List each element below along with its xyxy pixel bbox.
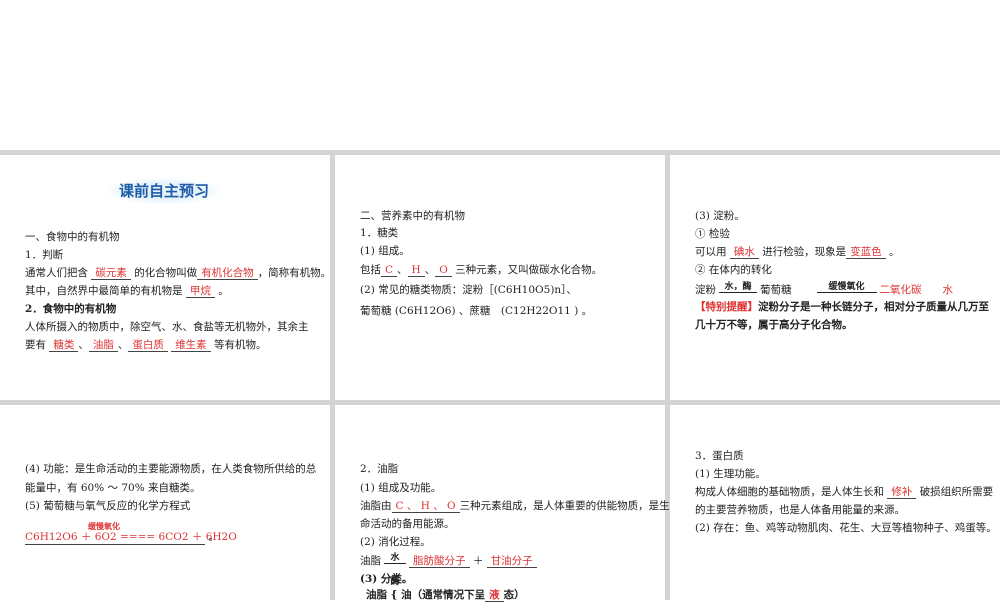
heading: 二、营养素中的有机物 (360, 210, 465, 222)
text-line: (3) 分类。 (360, 573, 413, 585)
text-line: 要有 糖类、油脂、蛋白质 维生素 等有机物。 (25, 339, 267, 352)
answer: 维生素 (171, 339, 211, 352)
conversion-line: 淀粉 水，酶 葡萄糖 缓慢氧化 二氧化碳 水 (695, 282, 953, 296)
arrow-label: 水，酶 (724, 282, 752, 292)
text-line: 人体所摄入的物质中，除空气、水、食盐等无机物外，其余主 (25, 321, 309, 333)
text-line: 通常人们把含 碳元素 的化合物叫做 有机化合物 ，简称有机物。 (25, 267, 332, 280)
text-line: (2) 消化过程。 (360, 536, 431, 548)
answer: 油脂 (88, 339, 118, 352)
text-line: (4) 功能：是生命活动的主要能源物质，在人类食物所供给的总 (25, 463, 317, 475)
panel-3 (670, 155, 1000, 400)
answer: 蛋白质 (128, 339, 168, 352)
equation: C6H12O6 ＋ 6O2 ==== 6CO2 ＋ 6H2O 。 (25, 531, 237, 545)
text-line: 能量中，有 60% ～ 70% 来自糖类。 (25, 482, 201, 494)
text-line: ① 检验 (695, 228, 730, 240)
text-line: 几十万不等，属于高分子化合物。 (695, 319, 853, 331)
text-line: (3) 淀粉。 (695, 210, 745, 222)
answer: 脂肪酸分子 (409, 555, 470, 568)
text-line: 的主要营养物质，也是人体备用能量的来源。 (695, 504, 905, 516)
text-line: 命活动的备用能源。 (360, 518, 455, 530)
answer: 修补 (887, 486, 917, 499)
answer: 有机化合物 (197, 267, 258, 280)
answer: C (381, 264, 398, 277)
text-line: 1．糖类 (360, 227, 399, 239)
answer: 碘水 (729, 246, 759, 259)
text-line: 1．判断 (25, 249, 64, 261)
text-line: 2．油脂 (360, 463, 399, 475)
answer: C 、 H 、 O (391, 500, 460, 513)
text-line: 包括 C、 H、 O 三种元素，又叫做碳水化合物。 (360, 264, 603, 277)
text-line: (1) 组成。 (360, 245, 410, 257)
text-line: 可以用 碘水 进行检验，现象是 变蓝色 。 (695, 246, 900, 259)
text-line: 油脂由 C 、 H 、 O 三种元素组成，是人体重要的供能物质，是生 (360, 500, 670, 513)
heading: 一、食物中的有机物 (25, 231, 120, 243)
answer: O (435, 264, 452, 277)
answer: 糖类 (49, 339, 79, 352)
digestion-line: 油脂水酶脂肪酸分子 ＋ 甘油分子 (360, 553, 537, 587)
text-line: ② 在体内的转化 (695, 264, 772, 276)
text-line: 构成人体细胞的基础物质，是人体生长和 修补 破损组织所需要 (695, 486, 994, 499)
text-line: 3．蛋白质 (695, 450, 744, 462)
text-line: 2．食物中的有机物 (25, 303, 117, 315)
text-line: (1) 组成及功能。 (360, 482, 442, 494)
answer: 甘油分子 (486, 555, 537, 568)
answer: 碳元素 (91, 267, 131, 280)
text-line: 葡萄糖 (C6H12O6) 、蔗糖 (C12H22O11 ) 。 (360, 305, 593, 317)
section-title: 课前自主预习 (108, 178, 220, 204)
answer: 变蓝色 (846, 246, 886, 259)
panel-2 (335, 155, 665, 400)
text-line: (5) 葡萄糖与氧气反应的化学方程式 (25, 500, 191, 512)
text-line: (2) 存在：鱼、鸡等动物肌肉、花生、大豆等植物种子、鸡蛋等。 (695, 522, 997, 534)
answer: H (407, 264, 425, 277)
text-line: (2) 常见的糖类物质：淀粉［(C6H10O5)n］、 (360, 284, 577, 296)
arrow-label: 缓慢氧化 (828, 282, 865, 292)
answer: 液 (485, 589, 504, 602)
tip: 【特别提醒】淀粉分子是一种长链分子，相对分子质量从几万至 (695, 301, 989, 313)
answer: 甲烷 (185, 285, 215, 298)
text-line: (1) 生理功能。 (695, 468, 766, 480)
text-line: 其中，自然界中最简单的有机物是 甲烷 。 (25, 285, 229, 298)
